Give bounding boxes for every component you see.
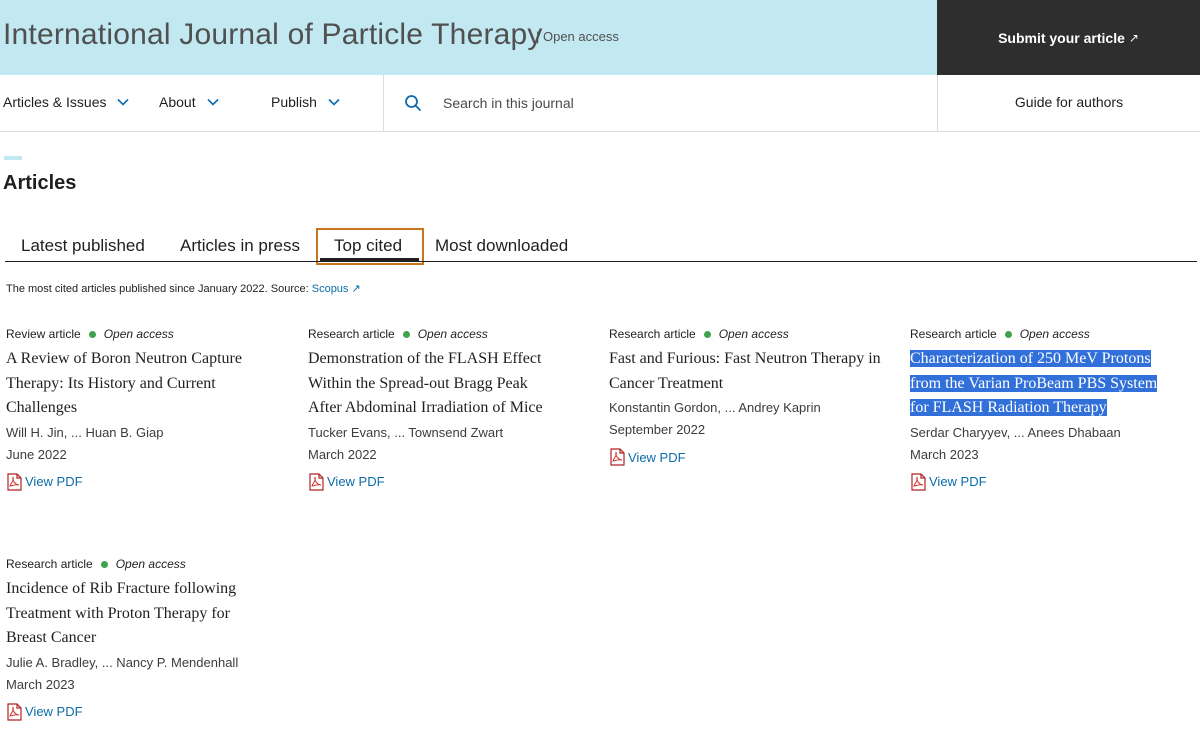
article-card: Research article Open access Fast and Fu… [609, 327, 899, 466]
article-access: Open access [718, 327, 789, 341]
journal-title[interactable]: International Journal of Particle Therap… [3, 18, 543, 52]
article-title-link[interactable]: Fast and Furious: Fast Neutron Therapy i… [609, 347, 884, 396]
submit-article-label: Submit your article [998, 29, 1125, 46]
pdf-icon [7, 702, 22, 721]
view-pdf-label: View PDF [327, 474, 385, 489]
article-title-link[interactable]: Incidence of Rib Fracture following Trea… [6, 577, 256, 651]
view-pdf-link[interactable]: View PDF [910, 472, 1200, 491]
article-authors: Serdar Charyyev, ... Anees Dhabaan [910, 424, 1121, 440]
article-date: June 2022 [6, 446, 67, 462]
journal-nav: Articles & Issues About Publish Guide fo… [0, 75, 1200, 132]
open-access-dot-icon [1004, 330, 1012, 338]
open-access-dot-icon [88, 330, 96, 338]
article-access: Open access [1019, 327, 1090, 341]
source-note-text: The most cited articles published since … [6, 283, 309, 295]
article-date: March 2022 [308, 446, 377, 462]
view-pdf-label: View PDF [628, 449, 686, 465]
tab-articles-in-press[interactable]: Articles in press [180, 236, 300, 256]
article-access: Open access [417, 327, 488, 341]
article-meta: Review article Open access [6, 327, 296, 341]
nav-articles-issues[interactable]: Articles & Issues [3, 94, 130, 110]
tab-most-downloaded[interactable]: Most downloaded [435, 236, 568, 256]
external-link-icon: ↗ [1128, 30, 1139, 45]
view-pdf-label: View PDF [929, 474, 987, 489]
article-authors: Will H. Jin, ... Huan B. Giap [6, 424, 164, 440]
article-card: Review article Open access A Review of B… [6, 327, 296, 491]
article-meta: Research article Open access [308, 327, 598, 341]
article-authors: Julie A. Bradley, ... Nancy P. Mendenhal… [6, 654, 239, 670]
article-meta: Research article Open access [6, 557, 296, 571]
article-card: Research article Open access Demonstrati… [308, 327, 598, 491]
article-meta: Research article Open access [910, 327, 1200, 341]
article-title-link[interactable]: A Review of Boron Neutron Capture Therap… [6, 347, 256, 421]
pdf-icon [309, 472, 324, 491]
tabs-divider [5, 261, 1197, 262]
pdf-icon [911, 472, 926, 491]
article-access: Open access [115, 557, 186, 571]
source-note: The most cited articles published since … [6, 282, 361, 295]
pdf-icon [7, 472, 22, 491]
article-type: Research article [6, 557, 93, 571]
article-authors: Konstantin Gordon, ... Andrey Kaprin [609, 400, 821, 415]
article-meta: Research article Open access [609, 327, 899, 341]
section-accent-bar [4, 156, 22, 160]
chevron-down-icon [207, 98, 219, 106]
chevron-down-icon [328, 98, 340, 106]
article-type: Research article [910, 327, 997, 341]
article-date: March 2023 [6, 676, 75, 692]
guide-for-authors-link[interactable]: Guide for authors [938, 94, 1200, 110]
article-type: Research article [308, 327, 395, 341]
view-pdf-link[interactable]: View PDF [6, 702, 296, 721]
open-access-dot-icon [100, 560, 108, 568]
article-date: September 2022 [609, 422, 706, 437]
nav-divider [383, 75, 384, 132]
nav-articles-issues-label: Articles & Issues [3, 94, 107, 110]
search-input[interactable] [436, 89, 736, 117]
view-pdf-link[interactable]: View PDF [308, 472, 598, 491]
article-title-link[interactable]: Demonstration of the FLASH Effect Within… [308, 347, 563, 421]
open-access-dot-icon [402, 330, 410, 338]
tab-top-cited[interactable]: Top cited [334, 236, 402, 256]
view-pdf-label: View PDF [25, 704, 83, 719]
pdf-icon [610, 448, 625, 466]
selected-title-text: Characterization of 250 MeV Protons from… [910, 350, 1158, 416]
article-type: Research article [609, 327, 696, 341]
open-access-dot-icon [703, 330, 711, 338]
nav-about[interactable]: About [159, 94, 220, 110]
article-title-link[interactable]: Characterization of 250 MeV Protons from… [910, 347, 1175, 421]
view-pdf-link[interactable]: View PDF [6, 472, 296, 491]
article-type: Review article [6, 327, 81, 341]
article-card: Research article Open access Characteriz… [910, 327, 1200, 491]
scopus-link[interactable]: Scopus ↗ [312, 283, 361, 295]
article-authors: Tucker Evans, ... Townsend Zwart [308, 424, 504, 440]
article-card: Research article Open access Incidence o… [6, 557, 296, 721]
chevron-down-icon [117, 98, 130, 106]
view-pdf-label: View PDF [25, 474, 83, 489]
open-access-tag: | Open access [536, 29, 619, 44]
article-date: March 2023 [910, 446, 979, 462]
search-icon[interactable] [404, 94, 422, 112]
section-title: Articles [3, 172, 77, 194]
tab-latest-published[interactable]: Latest published [21, 236, 145, 256]
view-pdf-link[interactable]: View PDF [609, 448, 899, 466]
nav-publish[interactable]: Publish [271, 94, 341, 110]
nav-publish-label: Publish [271, 94, 317, 110]
submit-article-button[interactable]: Submit your article ↗ [937, 0, 1200, 75]
nav-about-label: About [159, 94, 196, 110]
article-access: Open access [103, 327, 174, 341]
